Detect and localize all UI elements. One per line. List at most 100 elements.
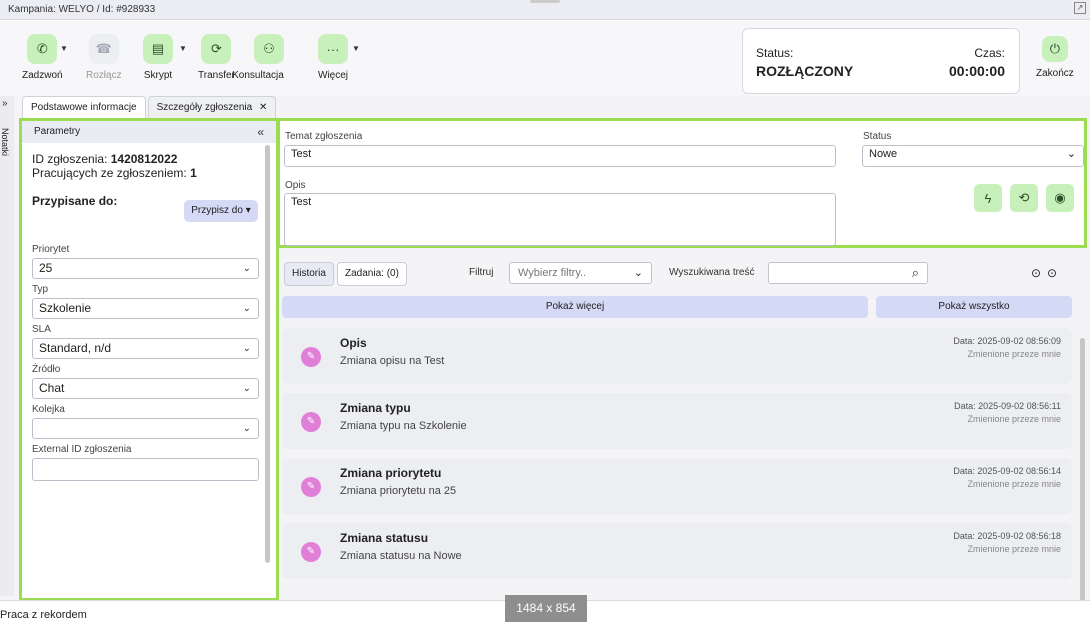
collapse-icon[interactable]: « [257, 121, 264, 143]
show-all-label: Pokaż wszystko [938, 301, 1010, 312]
script-dropdown-icon[interactable]: ▼ [179, 44, 187, 53]
priority-label: Priorytet [32, 244, 70, 255]
external-id-label: External ID zgłoszenia [32, 444, 132, 455]
expand-all-icon[interactable]: ⊙ [1031, 266, 1041, 280]
ticket-status-label: Status [863, 131, 892, 142]
type-value: Szkolenie [39, 301, 92, 315]
filter-label: Filtruj [469, 267, 494, 278]
type-label: Typ [32, 284, 49, 295]
phone-icon: ✆ [27, 34, 58, 64]
event-author: Zmienione przeze mnie [967, 479, 1061, 489]
drag-handle[interactable] [530, 0, 560, 3]
ticket-form: Temat zgłoszenia Test Status Nowe ⌄ Opis … [277, 118, 1087, 248]
more-dropdown-icon[interactable]: ▼ [352, 44, 360, 53]
call-dropdown-icon[interactable]: ▼ [60, 44, 68, 53]
call-label: Zadzwoń [22, 70, 63, 81]
tab-history[interactable]: Historia [284, 262, 334, 286]
chevron-down-icon: ⌄ [242, 303, 251, 314]
call-button[interactable]: ✆ Zadzwoń [22, 34, 63, 81]
description-textarea[interactable]: Test [284, 193, 836, 246]
chevron-down-icon: ⌄ [1066, 148, 1076, 160]
change-icon: ✎ [301, 477, 321, 497]
working-count-value: 1 [190, 166, 197, 180]
hangup-button[interactable]: ☎ Rozłącz [86, 34, 122, 81]
filter-select[interactable]: Wybierz filtry.. ⌄ [509, 262, 652, 284]
consult-button[interactable]: ⚇ Konsultacja [232, 34, 284, 81]
status-label: Status: [756, 46, 794, 60]
tab-basic-info-label: Podstawowe informacje [31, 102, 137, 113]
lightning-button[interactable]: ϟ [974, 184, 1002, 212]
footer-text: Praca z rekordem [0, 609, 87, 621]
more-button[interactable]: ··· Więcej [318, 34, 348, 81]
tab-basic-info[interactable]: Podstawowe informacje [22, 96, 146, 118]
tab-tasks[interactable]: Zadania: (0) [337, 262, 407, 286]
search-input[interactable]: ⌕ [768, 262, 928, 284]
sla-select[interactable]: Standard, n/d ⌄ [32, 338, 259, 359]
event-title: Zmiana typu [340, 401, 411, 415]
end-label: Zakończ [1036, 68, 1074, 79]
call-status-panel: Status: ROZŁĄCZONY Czas: 00:00:00 [742, 28, 1020, 94]
close-icon[interactable]: ✕ [259, 102, 267, 113]
show-more-button[interactable]: Pokaż więcej [282, 296, 868, 318]
description-label: Opis [285, 180, 306, 191]
filter-placeholder: Wybierz filtry.. [518, 267, 587, 279]
more-label: Więcej [318, 70, 349, 81]
source-label: Źródło [32, 364, 61, 375]
collapse-all-icon[interactable]: ⊙ [1047, 266, 1057, 280]
ticket-id-label: ID zgłoszenia: [32, 152, 108, 166]
history-event[interactable]: ✎ Zmiana priorytetu Zmiana priorytetu na… [282, 458, 1072, 514]
source-value: Chat [39, 381, 65, 395]
event-date: Data: 2025-09-02 08:56:11 [954, 401, 1061, 411]
eye-icon: ◉ [1054, 190, 1066, 205]
event-description: Zmiana opisu na Test [340, 355, 445, 367]
assign-to-button[interactable]: Przypisz do ▾ [184, 200, 258, 222]
history-button[interactable]: ⟲ [1010, 184, 1038, 212]
type-select[interactable]: Szkolenie ⌄ [32, 298, 259, 319]
event-author: Zmienione przeze mnie [967, 349, 1061, 359]
external-id-input[interactable] [32, 458, 259, 481]
sla-label: SLA [32, 324, 51, 335]
assigned-label: Przypisane do: [32, 194, 118, 208]
history-event[interactable]: ✎ Opis Zmiana opisu na Test Data: 2025-0… [282, 328, 1072, 384]
time-value: 00:00:00 [948, 63, 1005, 79]
chevron-down-icon: ⌄ [242, 343, 251, 354]
event-description: Zmiana priorytetu na 25 [340, 485, 457, 497]
end-button[interactable]: ⏻ Zakończ [1036, 36, 1074, 79]
working-count-line: Pracujących ze zgłoszeniem: 1 [32, 166, 266, 180]
transfer-label: Transfer [198, 70, 235, 81]
parameters-header: Parametry « [22, 121, 276, 143]
search-icon[interactable]: ⌕ [912, 263, 919, 283]
source-select[interactable]: Chat ⌄ [32, 378, 259, 399]
subject-input[interactable]: Test [284, 145, 836, 167]
view-button[interactable]: ◉ [1046, 184, 1074, 212]
notes-sidebar[interactable]: » Notatki [0, 96, 14, 596]
priority-select[interactable]: 25 ⌄ [32, 258, 259, 279]
history-event[interactable]: ✎ Zmiana typu Zmiana typu na Szkolenie D… [282, 393, 1072, 449]
transfer-button[interactable]: ⟳ Transfer [198, 34, 235, 81]
ticket-status-select[interactable]: Nowe ⌄ [862, 145, 1084, 167]
expand-notes-icon[interactable]: » [2, 98, 8, 109]
lightning-icon: ϟ [984, 190, 992, 206]
show-all-button[interactable]: Pokaż wszystko [876, 296, 1072, 318]
priority-value: 25 [39, 261, 53, 275]
ellipsis-icon: ··· [318, 34, 348, 64]
expand-icon[interactable]: ↗ [1074, 2, 1086, 14]
tab-ticket-details[interactable]: Szczegóły zgłoszenia ✕ [147, 96, 277, 118]
event-author: Zmienione przeze mnie [967, 414, 1061, 424]
history-event[interactable]: ✎ Zmiana statusu Zmiana statusu na Nowe … [282, 523, 1072, 579]
event-date: Data: 2025-09-02 08:56:14 [953, 466, 1061, 476]
history-scrollbar[interactable] [1080, 338, 1085, 604]
sla-value: Standard, n/d [39, 341, 112, 355]
queue-select[interactable]: ⌄ [32, 418, 259, 439]
hangup-label: Rozłącz [86, 70, 122, 81]
script-label: Skrypt [143, 70, 173, 81]
script-button[interactable]: ▤ Skrypt [143, 34, 173, 81]
dimensions-badge: 1484 x 854 [505, 595, 587, 622]
time-label: Czas: [974, 46, 1005, 60]
tab-tasks-label: Zadania: (0) [345, 268, 399, 279]
history-icon: ⟲ [1018, 190, 1030, 205]
ticket-id-line: ID zgłoszenia: 1420812022 [32, 152, 266, 166]
description-value: Test [291, 196, 312, 208]
window-titlebar: Kampania: WELYO / Id: #928933 ↗ [0, 0, 1090, 20]
hangup-icon: ☎ [88, 34, 119, 64]
